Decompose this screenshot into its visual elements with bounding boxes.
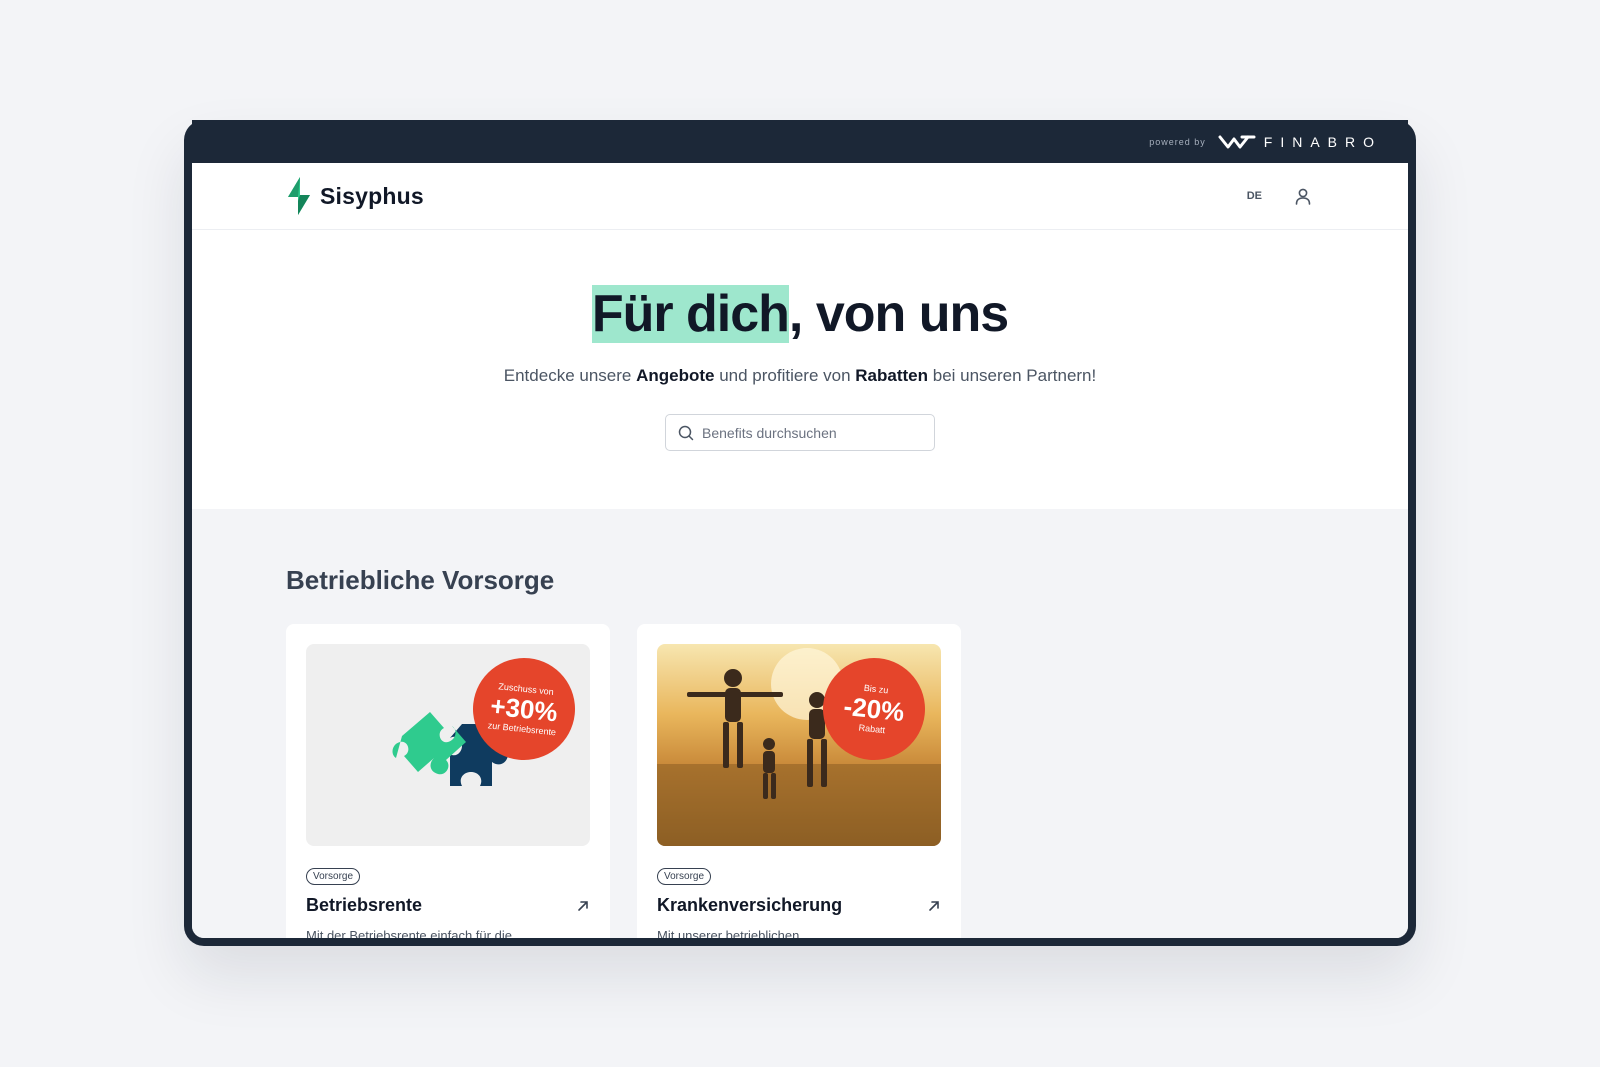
- logo-text: Sisyphus: [320, 182, 424, 209]
- powered-by-label: powered by: [1149, 136, 1206, 147]
- finabro-logo-icon: [1218, 135, 1256, 148]
- hero-subtitle-part: bei unseren Partnern!: [928, 366, 1097, 385]
- badge-bottom-text: Rabatt: [858, 722, 886, 736]
- finabro-brand: FINABRO: [1263, 133, 1382, 150]
- hero-title-rest: , von uns: [788, 285, 1009, 343]
- hero-subtitle-part: Entdecke unsere: [503, 366, 637, 385]
- hero-title: Für dich, von uns: [192, 282, 1408, 346]
- puzzle-image: Zuschuss von +30% zur Betriebsrente: [306, 644, 590, 846]
- card-list: Zuschuss von +30% zur Betriebsrente Vors…: [286, 624, 1314, 938]
- device-frame: powered by FINABRO Sisyphus DE Für dich,…: [184, 120, 1416, 946]
- search-input[interactable]: [702, 424, 922, 441]
- hero-subtitle-bold: Rabatten: [855, 366, 929, 385]
- screen: powered by FINABRO Sisyphus DE Für dich,…: [192, 120, 1408, 938]
- search-icon: [678, 425, 694, 440]
- offer-card-betriebsrente[interactable]: Zuschuss von +30% zur Betriebsrente Vors…: [286, 624, 610, 938]
- badge-value: -20%: [842, 690, 906, 728]
- card-description: Mit der Betriebsrente einfach für die: [306, 928, 512, 938]
- arrow-up-right-icon[interactable]: [576, 899, 590, 913]
- user-icon[interactable]: [1292, 185, 1314, 207]
- sisyphus-bolt-icon: [288, 177, 310, 215]
- card-title: Betriebsrente: [306, 895, 423, 915]
- hero-subtitle-bold: Angebote: [636, 366, 715, 385]
- category-tag: Vorsorge: [657, 868, 712, 885]
- category-tag: Vorsorge: [306, 868, 361, 885]
- language-switcher[interactable]: DE: [1247, 190, 1262, 202]
- powered-by-bar: powered by FINABRO: [192, 120, 1408, 163]
- app-header: Sisyphus DE: [192, 163, 1408, 230]
- logo[interactable]: Sisyphus: [286, 177, 424, 215]
- section-title: Betriebliche Vorsorge: [286, 565, 555, 595]
- hero: Für dich, von uns Entdecke unsere Angebo…: [192, 230, 1408, 509]
- card-title-row: Krankenversicherung: [657, 895, 941, 916]
- hero-title-highlight: Für dich: [591, 285, 790, 343]
- family-photo: Bis zu -20% Rabatt: [657, 644, 941, 846]
- arrow-up-right-icon[interactable]: [927, 899, 941, 913]
- header-actions: DE: [1247, 185, 1314, 207]
- hero-subtitle: Entdecke unsere Angebote und profitiere …: [192, 366, 1408, 386]
- search-box[interactable]: [665, 414, 935, 451]
- offer-card-krankenversicherung[interactable]: Bis zu -20% Rabatt Vorsorge Krankenversi…: [637, 624, 961, 938]
- card-description: Mit unserer betrieblichen: [657, 928, 800, 938]
- offers-section: Betriebliche Vorsorge Zuschuss von +30%: [192, 509, 1408, 938]
- card-title: Krankenversicherung: [657, 895, 843, 915]
- card-title-row: Betriebsrente: [306, 895, 590, 916]
- app: Sisyphus DE Für dich, von uns Entdecke u…: [192, 163, 1408, 938]
- hero-subtitle-part: und profitiere von: [714, 366, 856, 385]
